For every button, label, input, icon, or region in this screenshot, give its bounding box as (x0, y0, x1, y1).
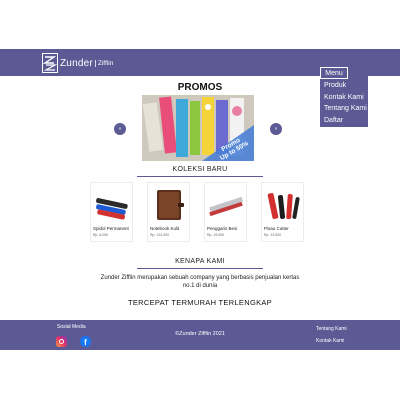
about-divider (137, 268, 263, 269)
product-name: Pisau Cutter (264, 226, 289, 231)
promo-title: PROMOS (177, 82, 223, 93)
chevron-left-icon: « (118, 126, 122, 132)
product-name: Penggaris Besi (207, 226, 238, 231)
promo-banner[interactable]: Promo Up to 50% (142, 95, 254, 161)
menu-item-tentang-kami[interactable]: Tentang Kami (324, 105, 367, 112)
product-card[interactable]: Spidol Permanent Rp. 8.000 (90, 182, 133, 242)
marker-icon (93, 185, 131, 223)
instagram-icon[interactable] (56, 336, 67, 347)
about-title: KENAPA KAMI (175, 258, 225, 265)
slogan: TERCEPAT TERMURAH TERLENGKAP (128, 298, 272, 307)
product-card[interactable]: Pisau Cutter Rp. 13.500 (261, 182, 304, 242)
notebook-icon (150, 185, 188, 223)
product-name: Spidol Permanent (93, 226, 129, 231)
product-price: Rp. 15.000 (207, 233, 225, 237)
zz-logo-icon (42, 53, 58, 73)
menu-item-kontak-kami[interactable]: Kontak Kami (324, 94, 364, 101)
chevron-right-icon: » (274, 126, 278, 132)
facebook-icon[interactable]: f (80, 336, 91, 347)
product-name: Notebook Kulit (150, 226, 180, 231)
ruler-icon (207, 185, 245, 223)
footer-link-kontak-kami[interactable]: Kontak Kami (316, 338, 344, 344)
brand-name: Zunder (60, 57, 93, 69)
product-price: Rp. 124.000 (150, 233, 170, 237)
footer-link-tentang-kami[interactable]: Tentang Kami (316, 326, 347, 332)
product-price: Rp. 13.500 (264, 233, 282, 237)
brand-subname: Zifflin (94, 59, 113, 67)
carousel-next-button[interactable]: » (270, 123, 282, 135)
collection-title: KOLEKSI BARU (172, 166, 228, 173)
facebook-glyph: f (84, 338, 87, 347)
product-price: Rp. 8.000 (93, 233, 109, 237)
brand-logo[interactable]: Zunder Zifflin (42, 52, 113, 74)
social-media-label: Sosial Media (57, 324, 86, 330)
product-card[interactable]: Notebook Kulit Rp. 124.000 (147, 182, 190, 242)
menu-item-daftar[interactable]: Daftar (324, 117, 343, 124)
collection-divider (137, 176, 263, 177)
product-card[interactable]: Penggaris Besi Rp. 15.000 (204, 182, 247, 242)
carousel-prev-button[interactable]: « (114, 123, 126, 135)
about-text: Zunder Zifflin merupakan sebuah company … (100, 275, 300, 290)
menu-button[interactable]: Menu (320, 67, 348, 79)
cutter-icon (264, 185, 302, 223)
